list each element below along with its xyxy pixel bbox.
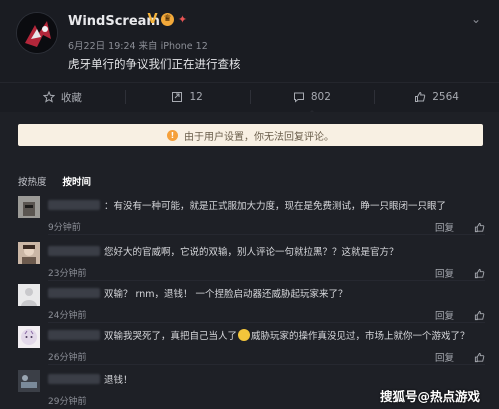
avatar[interactable]	[18, 326, 40, 348]
avatar[interactable]	[18, 196, 40, 218]
tab-sort-time[interactable]: 按时间	[63, 174, 92, 188]
comment-text: 双输我哭死了，真把自己当人了	[104, 331, 238, 342]
comment-like-button[interactable]	[474, 308, 485, 322]
info-icon: !	[167, 129, 178, 141]
gift-badge-icon: ✦	[177, 13, 188, 26]
watermark: 搜狐号@热点游戏	[380, 389, 481, 404]
tab-sort-hot[interactable]: 按热度	[18, 174, 47, 188]
repost-count: 12	[189, 91, 203, 103]
reply-button[interactable]: 回复	[435, 220, 454, 234]
comment-text: 您好大的官威啊，它说的双输，别人评论一句就拉黑？？这就是官方？	[104, 247, 399, 258]
commenter-name-blurred	[48, 374, 100, 384]
comment-time: 24分钟前	[48, 311, 87, 321]
avatar[interactable]	[18, 242, 40, 264]
comment-count: 802	[310, 91, 331, 103]
divider	[48, 364, 485, 365]
commenter-name-blurred	[48, 246, 100, 256]
thumbs-up-icon	[415, 91, 426, 102]
thumbs-up-icon	[474, 352, 485, 362]
comment-button[interactable]: 802	[249, 84, 375, 115]
post-meta: 6月22日 19:24 来自 iPhone 12	[68, 41, 208, 52]
avatar[interactable]	[18, 370, 40, 392]
divider	[48, 280, 485, 281]
favorite-label: 收藏	[60, 91, 82, 104]
comment-item: 双输？ rnm，退钱！ 一个捏脸启动器还威胁起玩家来了？ 24分钟前 回复	[0, 284, 499, 324]
repost-button[interactable]: 12	[124, 84, 250, 110]
comment-time: 23分钟前	[48, 269, 87, 279]
post-action-bar: 收藏 12 802 2564	[0, 82, 499, 115]
comment-text: ：有没有一种可能，就是正式服加大力度，现在是免费测试，睁一只眼闭一只眼了	[104, 201, 447, 212]
divider	[48, 234, 485, 235]
reply-button[interactable]: 回复	[435, 308, 454, 322]
commenter-name-blurred	[48, 200, 100, 210]
comment-like-button[interactable]	[474, 266, 485, 280]
comment-text-continued: 威胁玩家的操作真没见过，市场上就你一个游戏了？	[251, 331, 470, 342]
chevron-down-icon[interactable]: ⌄	[471, 12, 481, 26]
thumbs-up-icon	[474, 268, 485, 278]
repost-icon	[172, 92, 183, 102]
comment-like-button[interactable]	[474, 220, 485, 234]
comment-item: ：有没有一种可能，就是正式服加大力度，现在是免费测试，睁一只眼闭一只眼了 9分钟…	[0, 196, 499, 236]
post-header: WindScream V ♛ ✦ ⌄ 6月22日 19:24 来自 iPhone…	[0, 0, 499, 80]
notice-text: 由于用户设置，你无法回复评论。	[184, 131, 334, 143]
comment-time: 29分钟前	[48, 397, 87, 407]
verified-v-icon: V	[147, 12, 158, 27]
comment-sort-tabs: 按热度 按时间	[18, 174, 91, 188]
comment-time: 26分钟前	[48, 353, 87, 363]
thumbs-up-icon	[474, 310, 485, 320]
comment-section: ! 由于用户设置，你无法回复评论。 按热度 按时间 ：有没有一种可能，就是正式服…	[0, 112, 499, 409]
crown-badge-icon: ♛	[161, 13, 174, 26]
comment-time: 9分钟前	[48, 223, 81, 233]
commenter-name-blurred	[48, 288, 100, 298]
commenter-name-blurred	[48, 330, 100, 340]
comment-item: 双输我哭死了，真把自己当人了 威胁玩家的操作真没见过，市场上就你一个游戏了？ 26…	[0, 326, 499, 366]
comment-item: 您好大的官威啊，它说的双输，别人评论一句就拉黑？？这就是官方？ 23分钟前 回复	[0, 242, 499, 282]
comment-like-button[interactable]	[474, 350, 485, 364]
avatar[interactable]	[16, 12, 58, 54]
star-icon	[42, 91, 55, 103]
comment-text: 退钱！	[104, 375, 133, 386]
grin-emoji-icon	[238, 329, 251, 341]
like-count: 2564	[432, 91, 459, 103]
comment-icon	[293, 92, 304, 103]
user-badges: V ♛ ✦	[146, 13, 189, 26]
post-text: 虎牙单行的争议我们正在进行查核	[68, 57, 241, 71]
comment-text: 双输？ rnm，退钱！ 一个捏脸启动器还威胁起玩家来了？	[104, 289, 348, 300]
reply-restriction-notice: ! 由于用户设置，你无法回复评论。	[18, 124, 483, 146]
reply-button[interactable]: 回复	[435, 266, 454, 280]
like-button[interactable]: 2564	[374, 84, 499, 110]
favorite-button[interactable]: 收藏	[0, 84, 125, 110]
reply-button[interactable]: 回复	[435, 350, 454, 364]
avatar[interactable]	[18, 284, 40, 306]
thumbs-up-icon	[474, 222, 485, 232]
divider	[48, 322, 485, 323]
